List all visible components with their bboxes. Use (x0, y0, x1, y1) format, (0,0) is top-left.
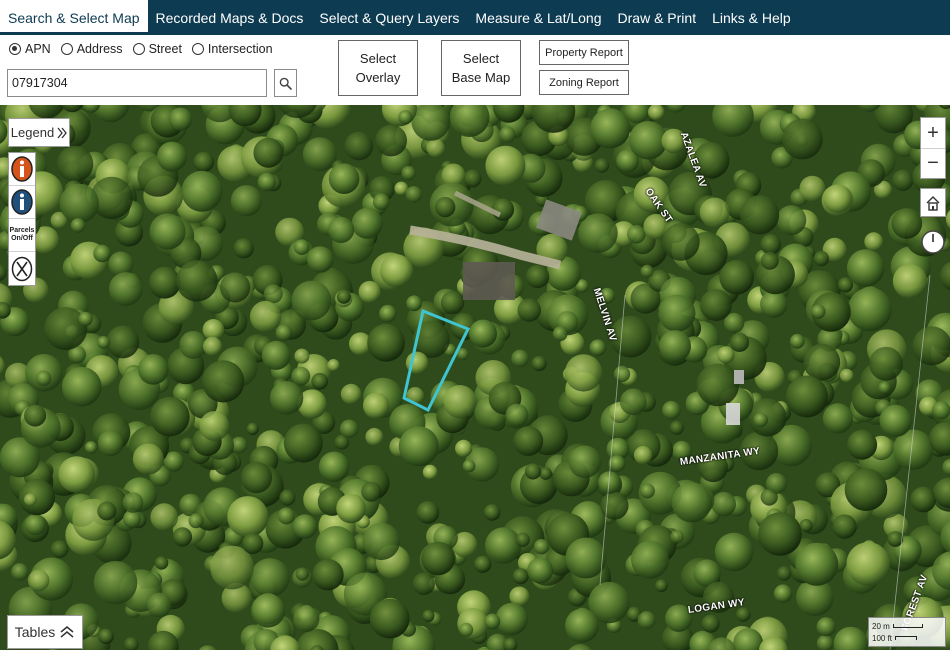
radio-indicator (191, 43, 204, 55)
tab-measure-lat-long[interactable]: Measure & Lat/Long (467, 0, 609, 35)
chevron-double-up-icon (60, 626, 74, 638)
zoom-controls: + − (920, 117, 946, 179)
identify-button[interactable] (9, 186, 35, 219)
zoom-in-button[interactable]: + (921, 118, 945, 148)
top-nav: Search & Select Map Recorded Maps & Docs… (0, 0, 950, 35)
tab-select-query-layers[interactable]: Select & Query Layers (311, 0, 467, 35)
tab-search-select-map[interactable]: Search & Select Map (0, 0, 148, 35)
clock-icon (921, 229, 945, 254)
search-button[interactable] (274, 69, 297, 97)
radio-apn[interactable]: APN (9, 42, 51, 56)
home-button[interactable] (920, 188, 946, 217)
scale-metric-label: 20 m (872, 621, 890, 631)
legend-button[interactable]: Legend (8, 118, 70, 147)
apn-search-input[interactable] (7, 69, 267, 97)
property-report-button[interactable]: Property Report (539, 40, 629, 65)
tables-button[interactable]: Tables (7, 615, 83, 649)
select-overlay-button[interactable]: Select Overlay (338, 40, 418, 96)
radio-label: Street (148, 42, 182, 56)
scale-imperial-bar (895, 636, 918, 640)
locate-button[interactable] (920, 227, 946, 256)
search-icon (279, 77, 292, 90)
scale-imperial-label: 100 ft (872, 633, 893, 643)
map-tools: Parcels On/Off (8, 152, 36, 286)
tab-draw-print[interactable]: Draw & Print (610, 0, 705, 35)
radio-street[interactable]: Street (132, 42, 182, 56)
scale-bar: 20 m 100 ft (868, 617, 946, 647)
radio-label: APN (25, 42, 51, 56)
radio-label: Address (76, 42, 123, 56)
tables-label: Tables (14, 624, 56, 640)
search-mode-group: APN Address Street Intersection (9, 42, 273, 56)
tab-links-help[interactable]: Links & Help (704, 0, 799, 35)
info-blue-icon (11, 189, 33, 215)
info-orange-icon (11, 156, 33, 182)
clear-button[interactable] (9, 252, 35, 285)
search-panel: APN Address Street Intersection Select O… (0, 35, 950, 105)
parcels-toggle-button[interactable]: Parcels On/Off (9, 219, 35, 252)
radio-indicator (9, 43, 21, 55)
tab-recorded-maps-docs[interactable]: Recorded Maps & Docs (148, 0, 312, 35)
zoom-out-button[interactable]: − (921, 148, 945, 178)
radio-indicator (132, 43, 145, 55)
chevron-double-right-icon (57, 127, 68, 138)
radio-intersection[interactable]: Intersection (191, 42, 273, 56)
scale-metric-bar (892, 624, 923, 628)
zoning-report-button[interactable]: Zoning Report (539, 70, 629, 95)
map-view[interactable]: AZALEA AV OAK ST MELVIN AV MANZANITA WY … (0, 105, 950, 650)
aerial-imagery (0, 105, 950, 650)
legend-label: Legend (10, 125, 55, 140)
select-base-map-label: Select Base Map (451, 51, 511, 85)
home-icon (926, 195, 940, 211)
radio-address[interactable]: Address (60, 42, 123, 56)
select-base-map-button[interactable]: Select Base Map (441, 40, 521, 96)
identify-all-button[interactable] (9, 153, 35, 186)
radio-indicator (60, 43, 73, 55)
clear-x-icon (11, 256, 33, 281)
radio-label: Intersection (207, 42, 273, 56)
select-overlay-label: Select Overlay (355, 51, 401, 85)
